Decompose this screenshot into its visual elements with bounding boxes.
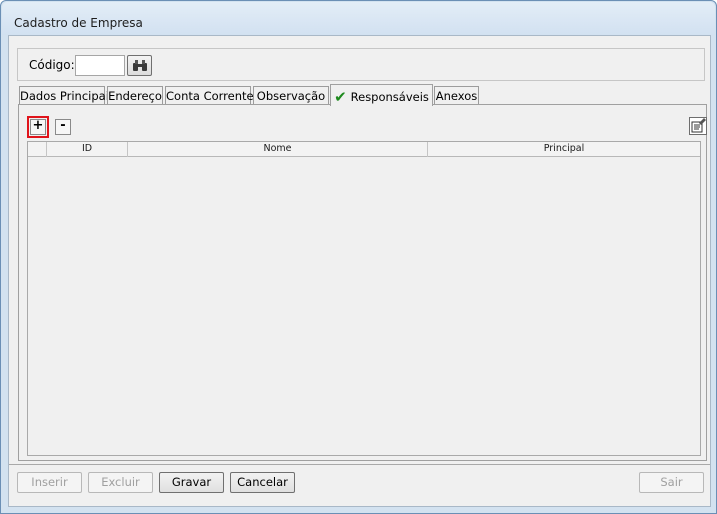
cancelar-button[interactable]: Cancelar — [230, 472, 295, 493]
excluir-button[interactable]: Excluir — [88, 472, 153, 493]
inserir-button[interactable]: Inserir — [17, 472, 82, 493]
button-bar: Inserir Excluir Gravar Cancelar Sair — [9, 464, 710, 504]
tab-label: Dados Principais — [20, 89, 115, 103]
check-icon: ✔ — [334, 88, 347, 106]
title-bar[interactable]: Cadastro de Empresa — [2, 2, 715, 35]
remove-button[interactable]: - — [55, 119, 71, 135]
gravar-button[interactable]: Gravar — [159, 472, 224, 493]
edit-icon — [691, 118, 706, 133]
code-panel: Código: — [17, 48, 705, 81]
tab-label: Anexos — [435, 89, 478, 103]
sair-button[interactable]: Sair — [639, 472, 704, 493]
client-area: Código: Dados Principais Endereço Conta … — [8, 35, 711, 507]
column-header-indicator[interactable] — [28, 142, 47, 157]
responsaveis-grid[interactable]: ID Nome Principal — [27, 141, 701, 456]
tab-label: Responsáveis — [350, 90, 429, 104]
code-label: Código: — [29, 58, 75, 72]
responsaveis-page: + - ID Nome Principal — [18, 104, 707, 461]
column-header-id[interactable]: ID — [47, 142, 128, 157]
search-button[interactable] — [127, 55, 152, 76]
column-header-nome[interactable]: Nome — [128, 142, 428, 157]
column-header-principal[interactable]: Principal — [428, 142, 700, 157]
tab-dados-principais[interactable]: Dados Principais — [19, 86, 115, 105]
code-input[interactable] — [75, 55, 125, 76]
tab-label: Conta Corrente — [166, 89, 254, 103]
tab-label: Observação — [256, 89, 326, 103]
main-window: Cadastro de Empresa Código: Dados Princi… — [0, 0, 717, 514]
tab-endereco[interactable]: Endereço — [107, 86, 163, 105]
tab-conta-corrente[interactable]: Conta Corrente — [165, 86, 254, 105]
tab-label: Endereço — [108, 89, 162, 103]
edit-button[interactable] — [689, 117, 707, 135]
tab-observacao[interactable]: Observação — [253, 86, 329, 105]
tab-responsaveis[interactable]: ✔ Responsáveis — [330, 84, 433, 106]
binoculars-icon — [133, 60, 147, 71]
tab-anexos[interactable]: Anexos — [434, 86, 479, 105]
add-button[interactable]: + — [27, 116, 49, 138]
grid-header: ID Nome Principal — [28, 142, 700, 157]
window-title: Cadastro de Empresa — [14, 16, 143, 30]
tab-strip: Dados Principais Endereço Conta Corrente… — [19, 84, 709, 106]
